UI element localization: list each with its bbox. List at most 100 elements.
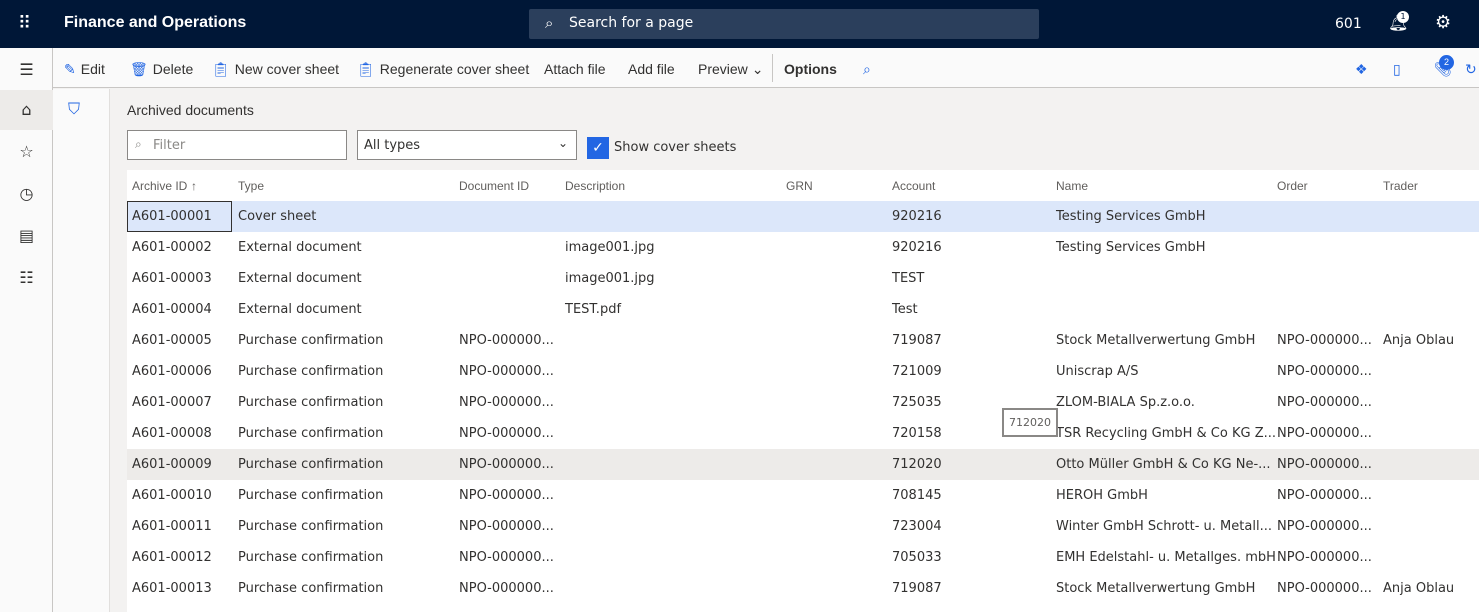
table-cell: NPO-000000... [1277, 550, 1372, 565]
table-cell: NPO-000000... [459, 550, 554, 565]
table-cell: 708145 [892, 488, 942, 503]
table-cell: TEST [892, 271, 925, 286]
app-launcher-icon[interactable]: ⠿ [18, 14, 38, 34]
filter-pane: ⛉ [53, 89, 110, 612]
table-cell: Purchase confirmation [238, 395, 384, 410]
table-cell: NPO-000000... [459, 364, 554, 379]
table-row[interactable]: A601-00007 Purchase confirmation NPO-00000… [127, 387, 1479, 418]
table-cell: 719087 [892, 333, 942, 348]
options-tab[interactable]: Options [784, 61, 837, 77]
search-icon[interactable]: ⌕ [863, 61, 871, 78]
delete-button[interactable]: 🗑︎ Delete [130, 61, 193, 78]
modules-icon[interactable]: ☷ [0, 258, 53, 298]
table-cell: NPO-000000... [1277, 426, 1372, 441]
table-cell: TSR Recycling GmbH & Co KG Z... [1056, 426, 1277, 441]
table-row[interactable]: A601-00013 Purchase confirmation NPO-00000… [127, 573, 1479, 604]
column-header[interactable]: Document ID [459, 179, 529, 193]
filter-icon[interactable]: ⛉ [68, 99, 80, 119]
table-row[interactable]: A601-00001 Cover sheet 920216 Testing Servi… [127, 201, 1479, 232]
favorites-icon[interactable]: ☆ [0, 132, 53, 172]
add-file-button[interactable]: Add file [628, 61, 675, 77]
table-cell: A601-00011 [132, 519, 212, 534]
attachments-icon[interactable]: 📎︎2 [1434, 55, 1454, 78]
column-header[interactable]: Description [565, 179, 625, 193]
column-header[interactable]: GRN [786, 179, 813, 193]
table-cell: TEST.pdf [565, 302, 622, 317]
edit-label: Edit [80, 61, 105, 77]
table-row[interactable]: A601-00004 External document TEST.pdf Test [127, 294, 1479, 325]
app-title: Finance and Operations [64, 14, 247, 31]
table-cell: A601-00012 [132, 550, 212, 565]
search-box[interactable]: ⌕ Search for a page [529, 9, 1039, 39]
table-cell: Anja Oblau [1383, 333, 1455, 348]
divider [772, 54, 773, 82]
clipboard-icon: 📋︎ [212, 61, 230, 77]
search-icon: ⌕ [135, 137, 142, 151]
table-row[interactable]: A601-00010 Purchase confirmation NPO-00000… [127, 480, 1479, 511]
table-cell: NPO-000000... [459, 457, 554, 472]
preview-menu[interactable]: Preview ⌄ [698, 61, 763, 78]
page-title: Archived documents [127, 102, 254, 118]
table-cell: Stock Metallverwertung GmbH [1056, 581, 1256, 596]
settings-icon[interactable]: ⚙ [1435, 12, 1451, 33]
table-row[interactable]: A601-00002 External document image001.jpg 9… [127, 232, 1479, 263]
column-header[interactable]: Name [1056, 179, 1088, 193]
table-cell: Testing Services GmbH [1056, 240, 1206, 255]
action-pane: ✎ Edit 🗑︎ Delete 📋︎ New cover sheet 📋︎ Regen… [53, 48, 1479, 88]
table-cell: Test [892, 302, 918, 317]
refresh-icon[interactable]: ↻ [1465, 61, 1477, 78]
table-cell: A601-00008 [132, 426, 212, 441]
table-cell: 719087 [892, 581, 942, 596]
table-row[interactable]: A601-00011 Purchase confirmation NPO-00000… [127, 511, 1479, 542]
table-row[interactable]: A601-00009 Purchase confirmation NPO-00000… [127, 449, 1479, 480]
table-cell: A601-00013 [132, 581, 212, 596]
table-cell: NPO-000000... [459, 395, 554, 410]
table-cell: A601-00010 [132, 488, 212, 503]
column-header[interactable]: Account [892, 179, 935, 193]
table-row[interactable]: A601-00005 Purchase confirmation NPO-00000… [127, 325, 1479, 356]
edit-button[interactable]: ✎ Edit [64, 61, 105, 78]
home-icon[interactable]: ⌂ [0, 90, 53, 130]
attach-file-button[interactable]: Attach file [544, 61, 605, 77]
hamburger-icon[interactable]: ☰ [0, 50, 53, 90]
table-cell: image001.jpg [565, 240, 655, 255]
notifications-icon[interactable]: 🔔︎ 1 [1388, 11, 1409, 32]
company-picker[interactable]: 601 [1335, 16, 1362, 32]
column-header[interactable]: Archive ID [132, 179, 187, 193]
column-header[interactable]: Order [1277, 179, 1308, 193]
table-cell: A601-00005 [132, 333, 212, 348]
table-cell: ZLOM-BIALA Sp.z.o.o. [1056, 395, 1195, 410]
table-cell: NPO-000000... [459, 426, 554, 441]
table-cell: Purchase confirmation [238, 581, 384, 596]
table-cell: Purchase confirmation [238, 550, 384, 565]
type-select[interactable]: All types ⌄ [357, 130, 577, 160]
table-row[interactable]: A601-00008 Purchase confirmation NPO-00000… [127, 418, 1479, 449]
recent-icon[interactable]: ◷ [0, 174, 53, 214]
table-cell: Anja Oblau [1383, 581, 1455, 596]
table-cell: Purchase confirmation [238, 457, 384, 472]
filter-input[interactable]: ⌕ Filter [127, 130, 347, 160]
delete-label: Delete [152, 61, 194, 77]
table-row[interactable]: A601-00006 Purchase confirmation NPO-00000… [127, 356, 1479, 387]
table-cell: NPO-000000... [459, 488, 554, 503]
table-row[interactable]: A601-00012 Purchase confirmation NPO-00000… [127, 542, 1479, 573]
attachments-badge: 2 [1439, 55, 1454, 70]
type-select-value: All types [364, 138, 421, 153]
table-cell: 920216 [892, 209, 942, 224]
filter-placeholder: Filter [153, 138, 186, 153]
power-apps-icon[interactable]: ❖ [1355, 61, 1368, 78]
table-cell: NPO-000000... [459, 333, 554, 348]
table-cell: 723004 [892, 519, 942, 534]
show-cover-sheets-checkbox[interactable]: ✓ [587, 137, 609, 159]
column-header[interactable]: Trader [1383, 179, 1418, 193]
regenerate-cover-sheet-button[interactable]: 📋︎ Regenerate cover sheet [357, 61, 529, 78]
table-cell: Purchase confirmation [238, 426, 384, 441]
table-cell: A601-00002 [132, 240, 212, 255]
table-cell: A601-00004 [132, 302, 212, 317]
office-icon[interactable]: ▯ [1393, 61, 1401, 78]
new-cover-sheet-button[interactable]: 📋︎ New cover sheet [212, 61, 339, 78]
workspaces-icon[interactable]: ▤ [0, 216, 53, 256]
table-cell: NPO-000000... [1277, 581, 1372, 596]
column-header[interactable]: Type [238, 179, 264, 193]
table-row[interactable]: A601-00003 External document image001.jpg T… [127, 263, 1479, 294]
